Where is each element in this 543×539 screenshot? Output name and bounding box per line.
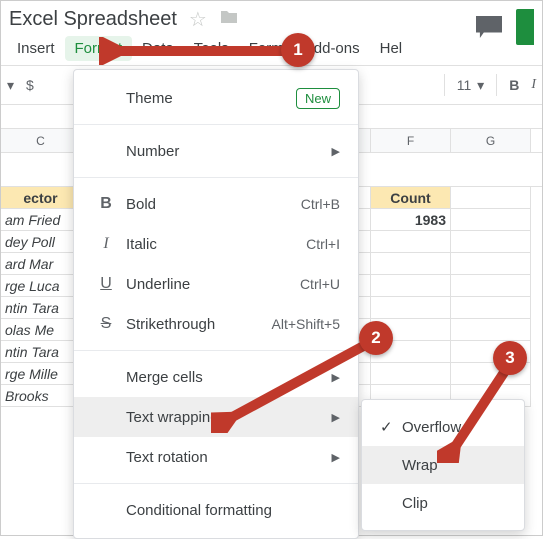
bold-button[interactable]: B (509, 77, 519, 93)
comments-icon[interactable] (476, 16, 502, 38)
chevron-right-icon: ▶ (332, 451, 340, 464)
cell[interactable]: 1983 (371, 209, 451, 231)
cell[interactable]: dey Poll (1, 231, 81, 253)
chevron-right-icon: ▶ (332, 145, 340, 158)
arrow-3 (437, 363, 517, 463)
menu-italic[interactable]: IItalicCtrl+I (74, 224, 358, 264)
menu-insert[interactable]: Insert (7, 36, 65, 61)
cell[interactable]: am Fried (1, 209, 81, 231)
menu-theme[interactable]: Theme New (74, 78, 358, 118)
bold-icon: B (92, 195, 120, 213)
col-c[interactable]: C (1, 129, 81, 152)
strike-icon: S (92, 315, 120, 333)
currency-button[interactable]: $ (26, 77, 34, 93)
arrow-2 (211, 333, 381, 433)
cell[interactable]: ntin Tara (1, 297, 81, 319)
menu-text-rotation[interactable]: Text rotation▶ (74, 437, 358, 477)
top-right-controls (476, 9, 534, 45)
italic-button[interactable]: I (531, 77, 536, 93)
cell[interactable]: Brooks (1, 385, 81, 407)
new-badge: New (296, 88, 340, 109)
cell[interactable]: rge Mille (1, 363, 81, 385)
font-size[interactable]: 11 ▾ (457, 77, 484, 94)
cell[interactable]: olas Me (1, 319, 81, 341)
arrow-1 (99, 37, 309, 65)
star-icon[interactable]: ☆ (189, 7, 207, 32)
menu-conditional-formatting[interactable]: Conditional formatting (74, 490, 358, 530)
italic-icon: I (92, 235, 120, 253)
folder-icon[interactable] (219, 8, 239, 31)
cell[interactable]: rge Luca (1, 275, 81, 297)
menu-underline[interactable]: UUnderlineCtrl+U (74, 264, 358, 304)
toolbar-dropdown[interactable]: ▾ (7, 77, 14, 94)
menu-bold[interactable]: BBoldCtrl+B (74, 184, 358, 224)
submenu-clip[interactable]: Clip (362, 484, 524, 522)
cell[interactable]: ntin Tara (1, 341, 81, 363)
callout-1: 1 (281, 33, 315, 67)
check-icon: ✓ (380, 418, 402, 436)
menu-number[interactable]: Number▶ (74, 131, 358, 171)
doc-title[interactable]: Excel Spreadsheet (9, 8, 177, 31)
callout-3: 3 (493, 341, 527, 375)
share-button[interactable] (516, 9, 534, 45)
callout-2: 2 (359, 321, 393, 355)
format-menu: Theme New Number▶ BBoldCtrl+B IItalicCtr… (73, 69, 359, 539)
cell[interactable]: ard Mar (1, 253, 81, 275)
col-f[interactable]: F (371, 129, 451, 152)
underline-icon: U (92, 275, 120, 293)
title-bar: Excel Spreadsheet ☆ (1, 1, 542, 32)
header-cell-count[interactable]: Count (371, 187, 451, 209)
menu-help[interactable]: Hel (370, 36, 413, 61)
header-cell-director[interactable]: ector (1, 187, 81, 209)
col-g[interactable]: G (451, 129, 531, 152)
